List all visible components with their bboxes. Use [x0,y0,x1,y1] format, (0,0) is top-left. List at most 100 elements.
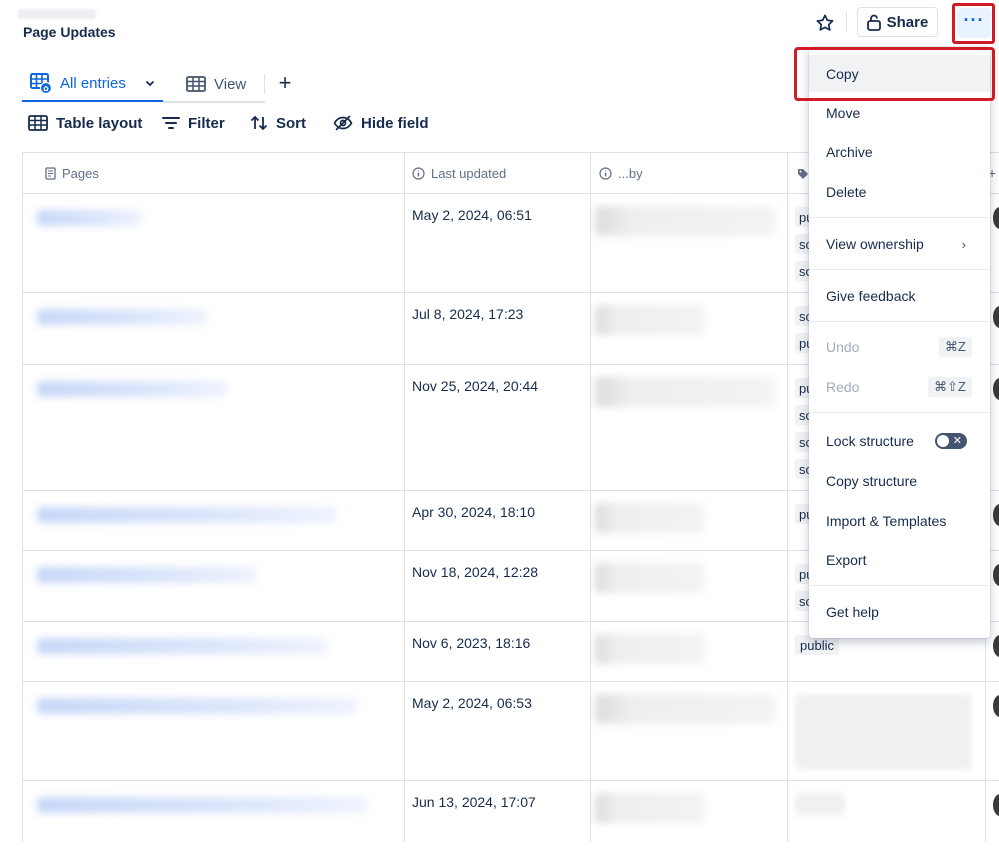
menu-divider [809,217,990,218]
avatar [993,695,999,717]
menu-item-copy-structure[interactable]: Copy structure [809,463,990,499]
author-cell [595,503,705,533]
star-icon [816,14,834,31]
info-icon [412,167,425,180]
menu-divider [809,269,990,270]
tag-icon [798,168,808,179]
avatar [993,794,999,816]
star-button[interactable] [810,8,840,38]
eye-off-icon [333,115,353,131]
menu-item-archive[interactable]: Archive [809,134,990,170]
lock-open-icon [866,14,881,31]
table-icon [28,115,48,131]
author-cell [595,377,775,407]
label-tag [795,694,971,770]
chevron-down-icon[interactable] [144,77,156,89]
last-updated-cell: Nov 6, 2023, 18:16 [412,635,531,651]
last-updated-cell: Apr 30, 2024, 18:10 [412,504,535,520]
tab-all-entries[interactable]: All entries [22,66,163,102]
plus-icon: + [278,70,292,95]
page-title: Page Updates [23,24,116,40]
column-header-labels[interactable] [775,153,809,194]
menu-item-delete[interactable]: Delete [809,174,990,210]
column-header-label: Pages [62,166,99,181]
filter-button[interactable]: Filter [162,110,225,136]
filter-label: Filter [188,114,225,132]
menu-item-give-feedback[interactable]: Give feedback [809,278,990,314]
menu-item-undo: Undo ⌘Z [809,329,990,365]
page-link[interactable] [37,567,257,583]
last-updated-cell: May 2, 2024, 06:51 [412,207,532,223]
tabs-divider [264,74,265,94]
last-updated-cell: May 2, 2024, 06:53 [412,695,532,711]
tab-view[interactable]: View [176,66,264,102]
author-cell [595,206,775,236]
column-header-last-updated[interactable]: Last updated [390,153,506,194]
author-cell [595,563,705,593]
page-link[interactable] [37,507,337,523]
more-actions-menu: Copy Move Archive Delete View ownership … [809,47,990,638]
page-link[interactable] [37,638,327,654]
tab-view-label: View [214,75,247,93]
menu-item-copy[interactable]: Copy [809,55,990,92]
table-row[interactable]: Jun 13, 2024, 17:07 [23,781,999,842]
page-link[interactable] [37,210,142,226]
avatar [993,564,999,586]
column-header-label: ...by [618,166,643,181]
menu-item-get-help[interactable]: Get help [809,594,990,630]
menu-item-label: View ownership [826,236,924,252]
menu-divider [809,585,990,586]
menu-divider [809,412,990,413]
last-updated-cell: Jun 13, 2024, 17:07 [412,794,536,810]
hide-field-button[interactable]: Hide field [333,110,429,136]
last-updated-cell: Jul 8, 2024, 17:23 [412,306,524,322]
chevron-right-icon: › [961,236,966,252]
sort-icon [250,115,268,131]
label-tag [795,793,845,815]
share-button[interactable]: Share [857,7,938,37]
table-row[interactable]: May 2, 2024, 06:53 [23,682,999,781]
tabs-underline [163,101,265,103]
table-icon [186,76,206,92]
info-icon [599,167,612,180]
avatar [993,378,999,400]
menu-item-label: Lock structure [826,433,914,449]
avatar [993,635,999,657]
redo-shortcut: ⌘⇧Z [928,377,972,397]
menu-item-view-ownership[interactable]: View ownership › [809,226,990,262]
column-header-pages[interactable]: Pages [23,153,99,194]
label-tag[interactable]: public [795,635,839,655]
add-view-button[interactable]: + [272,70,298,96]
more-actions-button[interactable]: ··· [957,8,991,38]
menu-item-redo: Redo ⌘⇧Z [809,369,990,405]
column-header-label: Last updated [431,166,507,181]
author-cell [595,694,775,724]
page-link[interactable] [37,381,227,397]
sort-label: Sort [276,114,306,132]
author-cell [595,305,705,335]
undo-shortcut: ⌘Z [939,337,972,357]
menu-item-label: Undo [826,339,860,355]
sort-button[interactable]: Sort [250,110,306,136]
breadcrumb [18,9,96,19]
filter-icon [162,117,180,129]
table-layout-label: Table layout [56,114,143,132]
table-layout-button[interactable]: Table layout [28,110,142,136]
avatar [993,207,999,229]
menu-item-import-templates[interactable]: Import & Templates [809,503,990,539]
avatar [993,306,999,328]
menu-item-move[interactable]: Move [809,95,990,131]
share-label: Share [886,13,929,31]
column-header-by[interactable]: ...by [577,153,643,194]
page-link[interactable] [37,309,207,325]
author-cell [595,793,705,823]
avatar [993,504,999,526]
menu-item-export[interactable]: Export [809,542,990,578]
menu-item-lock-structure[interactable]: Lock structure ✕ [809,423,990,459]
page-link[interactable] [37,698,357,714]
tab-all-entries-label: All entries [60,74,126,92]
last-updated-cell: Nov 25, 2024, 20:44 [412,378,539,394]
lock-structure-toggle[interactable]: ✕ [935,433,967,449]
page-link[interactable] [37,797,367,813]
author-cell [595,634,705,664]
